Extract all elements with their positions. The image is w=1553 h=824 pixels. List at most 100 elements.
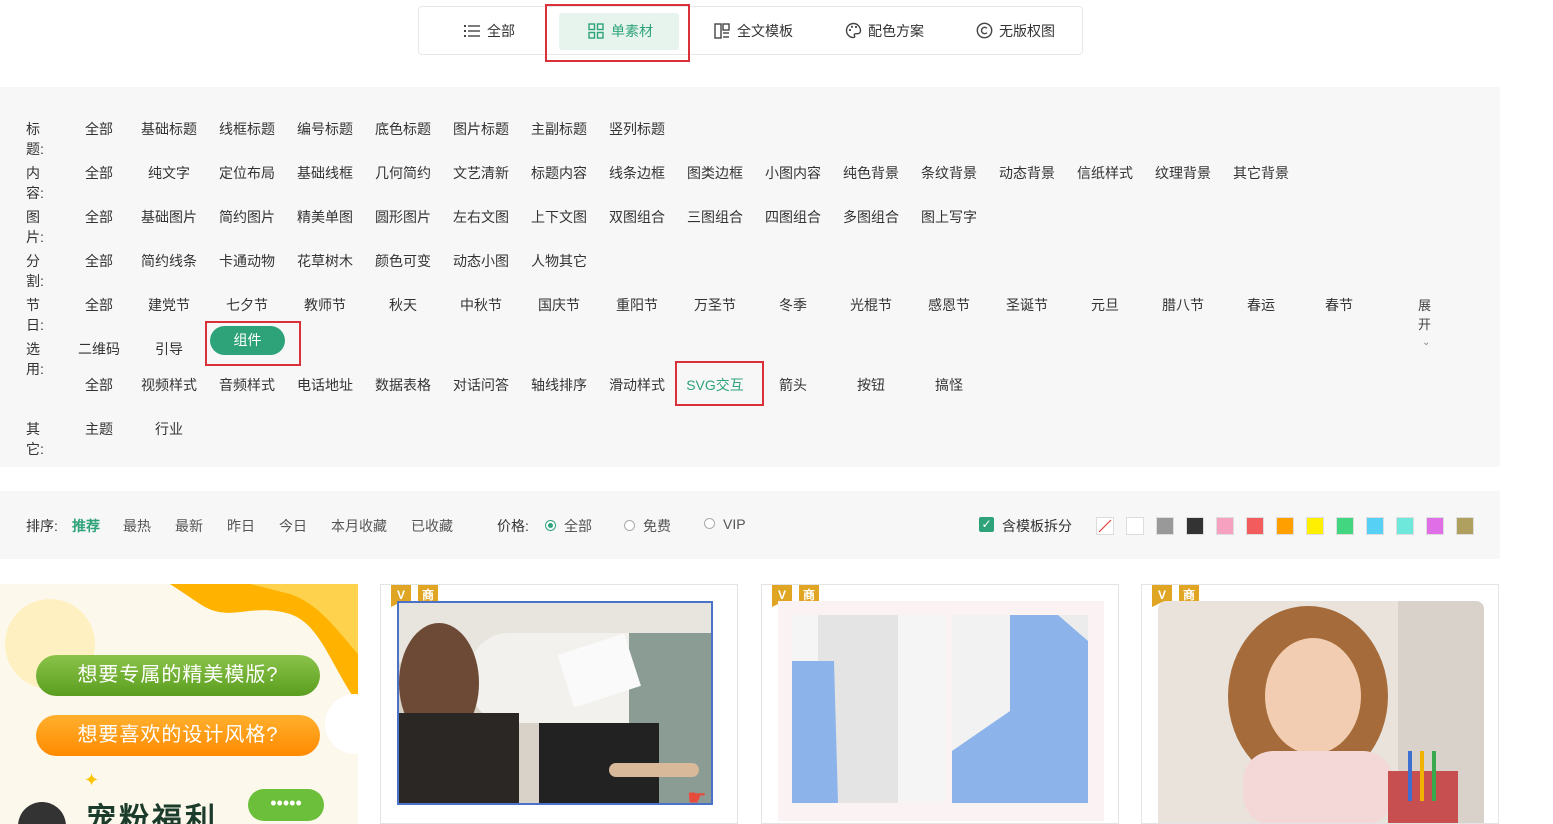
filter-item[interactable]: 春节 xyxy=(1300,295,1378,315)
filter-item[interactable]: 国庆节 xyxy=(520,295,598,315)
filter-item[interactable]: 人物其它 xyxy=(520,251,598,271)
checkbox-checked-icon[interactable]: ✓ xyxy=(979,517,994,532)
sort-item[interactable]: 最新 xyxy=(175,516,203,536)
tab-copyright-free[interactable]: 无版权图 xyxy=(975,7,1055,54)
sort-item[interactable]: 最热 xyxy=(123,516,151,536)
filter-item[interactable]: 万圣节 xyxy=(676,295,754,315)
filter-item[interactable]: 冬季 xyxy=(754,295,832,315)
filter-item[interactable]: 按钮 xyxy=(832,375,910,395)
color-swatch[interactable] xyxy=(1156,517,1174,535)
filter-item[interactable]: 图上写字 xyxy=(910,207,988,227)
template-card[interactable]: V 商 ☛ xyxy=(380,584,738,824)
filter-item[interactable]: 线框标题 xyxy=(208,119,286,139)
color-swatch[interactable] xyxy=(1366,517,1384,535)
filter-item[interactable]: 主题 xyxy=(60,419,138,439)
filter-item[interactable]: 基础线框 xyxy=(286,163,364,183)
filter-item[interactable]: 标题内容 xyxy=(520,163,598,183)
filter-item[interactable]: 引导 xyxy=(130,339,208,359)
filter-item[interactable]: 轴线排序 xyxy=(520,375,598,395)
filter-item[interactable]: 基础图片 xyxy=(130,207,208,227)
filter-item[interactable]: 简约线条 xyxy=(130,251,208,271)
filter-item[interactable]: 元旦 xyxy=(1066,295,1144,315)
sort-item[interactable]: 今日 xyxy=(279,516,307,536)
filter-item[interactable]: 圆形图片 xyxy=(364,207,442,227)
color-swatch[interactable] xyxy=(1276,517,1294,535)
color-swatch[interactable] xyxy=(1426,517,1444,535)
filter-item[interactable]: 主副标题 xyxy=(520,119,598,139)
filter-item[interactable]: 全部 xyxy=(60,251,138,271)
filter-item[interactable]: 四图组合 xyxy=(754,207,832,227)
filter-item[interactable]: 竖列标题 xyxy=(598,119,676,139)
filter-item[interactable]: 视频样式 xyxy=(130,375,208,395)
filter-item[interactable]: 上下文图 xyxy=(520,207,598,227)
filter-item[interactable]: 编号标题 xyxy=(286,119,364,139)
filter-item[interactable]: 纯色背景 xyxy=(832,163,910,183)
filter-item[interactable]: 电话地址 xyxy=(286,375,364,395)
price-option-vip[interactable]: VIP xyxy=(704,516,746,532)
color-swatch[interactable] xyxy=(1456,517,1474,535)
filter-item[interactable]: 建党节 xyxy=(130,295,208,315)
filter-item[interactable]: 多图组合 xyxy=(832,207,910,227)
sort-item[interactable]: 昨日 xyxy=(227,516,255,536)
sort-item[interactable]: 已收藏 xyxy=(411,516,453,536)
filter-item[interactable]: 动态背景 xyxy=(988,163,1066,183)
color-none-swatch[interactable] xyxy=(1096,517,1114,535)
filter-item[interactable]: 箭头 xyxy=(754,375,832,395)
promo-banner[interactable]: 想要专属的精美模版? 想要喜欢的设计风格? 宠粉福利 ••••• ✦ xyxy=(0,584,358,824)
color-swatch[interactable] xyxy=(1336,517,1354,535)
filter-item[interactable]: 底色标题 xyxy=(364,119,442,139)
tab-color-scheme[interactable]: 配色方案 xyxy=(844,7,924,54)
filter-item[interactable]: 基础标题 xyxy=(130,119,208,139)
filter-item[interactable]: 三图组合 xyxy=(676,207,754,227)
filter-item[interactable]: 左右文图 xyxy=(442,207,520,227)
filter-item[interactable]: 卡通动物 xyxy=(208,251,286,271)
color-swatch[interactable] xyxy=(1246,517,1264,535)
color-swatch[interactable] xyxy=(1186,517,1204,535)
tab-all[interactable]: 全部 xyxy=(463,7,515,54)
filter-item[interactable]: 搞怪 xyxy=(910,375,988,395)
filter-item[interactable]: 小图内容 xyxy=(754,163,832,183)
filter-item[interactable]: 春运 xyxy=(1222,295,1300,315)
filter-item[interactable]: 几何简约 xyxy=(364,163,442,183)
filter-item[interactable]: 行业 xyxy=(130,419,208,439)
filter-item[interactable]: 音频样式 xyxy=(208,375,286,395)
sort-item[interactable]: 本月收藏 xyxy=(331,516,387,536)
filter-item[interactable]: 中秋节 xyxy=(442,295,520,315)
filter-item[interactable]: 全部 xyxy=(60,295,138,315)
filter-item[interactable]: 纯文字 xyxy=(130,163,208,183)
color-swatch[interactable] xyxy=(1126,517,1144,535)
filter-item[interactable]: 定位布局 xyxy=(208,163,286,183)
filter-item[interactable]: 图片标题 xyxy=(442,119,520,139)
filter-item[interactable]: 其它背景 xyxy=(1222,163,1300,183)
filter-item[interactable]: 数据表格 xyxy=(364,375,442,395)
filter-item[interactable]: 圣诞节 xyxy=(988,295,1066,315)
filter-item[interactable]: 颜色可变 xyxy=(364,251,442,271)
filter-item[interactable]: 全部 xyxy=(60,375,138,395)
filter-item[interactable]: 滑动样式 xyxy=(598,375,676,395)
filter-item[interactable]: 重阳节 xyxy=(598,295,676,315)
template-card[interactable]: V 商 xyxy=(761,584,1119,824)
filter-item[interactable]: 感恩节 xyxy=(910,295,988,315)
filter-item[interactable]: 腊八节 xyxy=(1144,295,1222,315)
filter-item[interactable]: 教师节 xyxy=(286,295,364,315)
filter-item[interactable]: 精美单图 xyxy=(286,207,364,227)
sort-item-active[interactable]: 推荐 xyxy=(72,516,100,536)
filter-item[interactable]: 全部 xyxy=(60,163,138,183)
filter-item[interactable]: 双图组合 xyxy=(598,207,676,227)
filter-item[interactable]: 动态小图 xyxy=(442,251,520,271)
filter-item[interactable]: 条纹背景 xyxy=(910,163,988,183)
filter-item[interactable]: 七夕节 xyxy=(208,295,286,315)
filter-item[interactable]: 线条边框 xyxy=(598,163,676,183)
filter-item[interactable]: 纹理背景 xyxy=(1144,163,1222,183)
color-swatch[interactable] xyxy=(1396,517,1414,535)
filter-item[interactable]: 简约图片 xyxy=(208,207,286,227)
filter-item[interactable]: 图类边框 xyxy=(676,163,754,183)
filter-item[interactable]: 对话问答 xyxy=(442,375,520,395)
filter-item[interactable]: 二维码 xyxy=(60,339,138,359)
color-swatch[interactable] xyxy=(1216,517,1234,535)
expand-toggle[interactable]: 展开 ⌄ xyxy=(1418,295,1431,348)
template-card[interactable]: V 商 xyxy=(1141,584,1499,824)
price-option-all[interactable]: 全部 xyxy=(545,516,592,536)
filter-item[interactable]: 秋天 xyxy=(364,295,442,315)
color-swatch[interactable] xyxy=(1306,517,1324,535)
